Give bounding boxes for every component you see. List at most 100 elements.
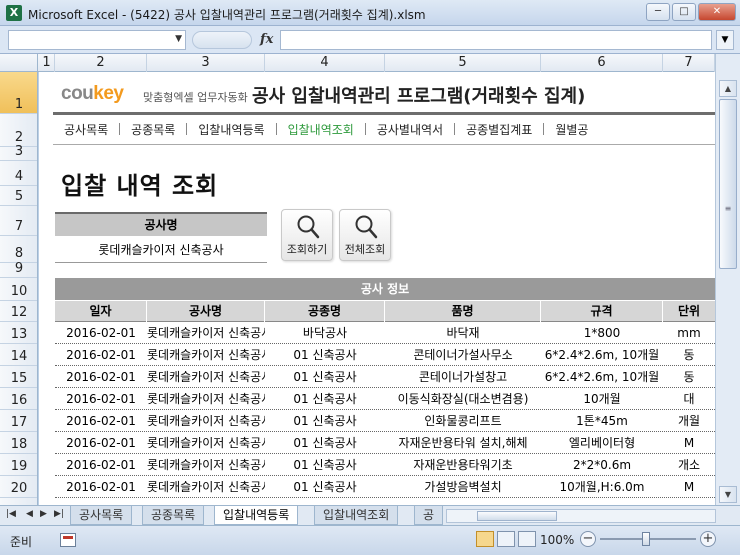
cell-trade[interactable]: 01 신축공사 xyxy=(265,344,385,366)
column-header[interactable]: 4 xyxy=(265,54,385,72)
cell-date[interactable]: 2016-02-01 xyxy=(55,388,147,410)
cell-item[interactable]: 자재운반용타워 설치,해체 xyxy=(385,432,541,454)
row-header[interactable]: 18 xyxy=(0,432,37,454)
cell-spec[interactable]: 10개월,H:6.0m xyxy=(541,476,663,498)
nav-item-project-statement[interactable]: 공사별내역서 xyxy=(366,121,454,138)
cell-unit[interactable]: 동 xyxy=(663,366,715,388)
cell-project[interactable]: 롯데캐슬카이저 신축공사 xyxy=(147,410,265,432)
row-header[interactable]: 15 xyxy=(0,366,37,388)
cell-trade[interactable]: 01 신축공사 xyxy=(265,454,385,476)
row-header[interactable]: 19 xyxy=(0,454,37,476)
nav-item-trade-summary[interactable]: 공종별집계표 xyxy=(455,121,543,138)
column-header[interactable]: 7 xyxy=(663,54,715,72)
formula-bar-divider[interactable] xyxy=(192,31,252,49)
cell-unit[interactable]: mm xyxy=(663,322,715,344)
row-header[interactable]: 8 xyxy=(0,236,37,263)
cell-trade[interactable]: 01 신축공사 xyxy=(265,432,385,454)
search-button[interactable]: 조회하기 xyxy=(281,209,333,261)
name-box[interactable]: ▼ xyxy=(8,30,186,50)
row-header[interactable]: 3 xyxy=(0,144,37,161)
cell-date[interactable]: 2016-02-01 xyxy=(55,344,147,366)
cell-trade[interactable]: 01 신축공사 xyxy=(265,366,385,388)
sheet-tab-bid-search[interactable]: 입찰내역조회 xyxy=(314,506,399,525)
cell-date[interactable]: 2016-02-01 xyxy=(55,432,147,454)
row-header[interactable]: 20 xyxy=(0,476,37,498)
row-header[interactable]: 1 xyxy=(0,72,37,114)
column-header[interactable]: 3 xyxy=(147,54,265,72)
page-layout-view-button[interactable] xyxy=(497,531,515,547)
table-row[interactable]: 2016-02-01 롯데캐슬카이저 신축공사 01 신축공사 자재운반용타워기초 2*… xyxy=(55,454,715,476)
select-all-corner[interactable] xyxy=(0,54,38,72)
table-row[interactable]: 2016-02-01 롯데캐슬카이저 신축공사 01 신축공사 가설방음벽설치 10개월… xyxy=(55,476,715,498)
close-button[interactable]: ✕ xyxy=(698,3,736,21)
cell-date[interactable]: 2016-02-01 xyxy=(55,410,147,432)
column-header[interactable]: 6 xyxy=(541,54,663,72)
row-header[interactable]: 13 xyxy=(0,322,37,344)
horizontal-scroll-thumb[interactable] xyxy=(477,511,557,521)
nav-item-project-list[interactable]: 공사목록 xyxy=(53,121,119,138)
first-sheet-icon[interactable]: |◀ xyxy=(6,509,16,519)
cell-spec[interactable]: 엘리베이터형 xyxy=(541,432,663,454)
cell-item[interactable]: 콘테이너가설창고 xyxy=(385,366,541,388)
cell-spec[interactable]: 6*2.4*2.6m, 10개월 xyxy=(541,366,663,388)
prev-sheet-icon[interactable]: ◀ xyxy=(26,509,33,519)
cell-item[interactable]: 이동식화장실(대소변겸용) xyxy=(385,388,541,410)
nav-item-monthly[interactable]: 월별공 xyxy=(544,121,599,138)
nav-item-bid-search[interactable]: 입찰내역조회 xyxy=(277,121,365,138)
cell-spec[interactable]: 2*2*0.6m xyxy=(541,454,663,476)
cell-unit[interactable]: 개월 xyxy=(663,410,715,432)
row-header[interactable]: 12 xyxy=(0,301,37,322)
cell-spec[interactable]: 6*2.4*2.6m, 10개월 xyxy=(541,344,663,366)
cell-spec[interactable]: 10개월 xyxy=(541,388,663,410)
insert-function-button[interactable]: fx xyxy=(260,32,273,47)
table-row[interactable]: 2016-02-01 롯데캐슬카이저 신축공사 바닥공사 바닥재 1*800 mm xyxy=(55,322,715,344)
cell-item[interactable]: 가설방음벽설치 xyxy=(385,476,541,498)
cell-item[interactable]: 콘테이너가설사무소 xyxy=(385,344,541,366)
chevron-down-icon[interactable]: ▼ xyxy=(175,34,182,44)
cell-spec[interactable]: 1*800 xyxy=(541,322,663,344)
table-row[interactable]: 2016-02-01 롯데캐슬카이저 신축공사 01 신축공사 콘테이너가설창고 6*2… xyxy=(55,366,715,388)
cell-project[interactable]: 롯데캐슬카이저 신축공사 xyxy=(147,432,265,454)
cell-unit[interactable]: 개소 xyxy=(663,454,715,476)
sheet-tab-more[interactable]: 공 xyxy=(414,506,444,525)
maximize-button[interactable]: □ xyxy=(672,3,696,21)
sheet-tab-projects[interactable]: 공사목록 xyxy=(70,506,133,525)
vertical-scroll-thumb[interactable] xyxy=(719,99,737,269)
cell-date[interactable]: 2016-02-01 xyxy=(55,476,147,498)
table-row[interactable]: 2016-02-01 롯데캐슬카이저 신축공사 01 신축공사 이동식화장실(대소변겸… xyxy=(55,388,715,410)
cell-project[interactable]: 롯데캐슬카이저 신축공사 xyxy=(147,322,265,344)
scroll-up-icon[interactable]: ▲ xyxy=(719,80,737,97)
zoom-level[interactable]: 100% xyxy=(540,533,574,547)
scroll-down-icon[interactable]: ▼ xyxy=(719,486,737,503)
cell-project[interactable]: 롯데캐슬카이저 신축공사 xyxy=(147,388,265,410)
row-header[interactable]: 9 xyxy=(0,261,37,278)
cell-project[interactable]: 롯데캐슬카이저 신축공사 xyxy=(147,476,265,498)
vertical-scrollbar[interactable]: ▲ ≡ ▼ xyxy=(715,54,740,505)
cell-spec[interactable]: 1톤*45m xyxy=(541,410,663,432)
cell-date[interactable]: 2016-02-01 xyxy=(55,322,147,344)
row-header[interactable]: 5 xyxy=(0,186,37,206)
cell-project[interactable]: 롯데캐슬카이저 신축공사 xyxy=(147,366,265,388)
row-header[interactable]: 4 xyxy=(0,161,37,186)
cell-trade[interactable]: 01 신축공사 xyxy=(265,388,385,410)
cell-unit[interactable]: 동 xyxy=(663,344,715,366)
row-header[interactable]: 14 xyxy=(0,344,37,366)
column-header[interactable]: 5 xyxy=(385,54,541,72)
column-header[interactable]: 1 xyxy=(39,54,55,72)
minimize-button[interactable]: ─ xyxy=(646,3,670,21)
nav-item-bid-register[interactable]: 입찰내역등록 xyxy=(187,121,275,138)
table-row[interactable]: 2016-02-01 롯데캐슬카이저 신축공사 01 신축공사 콘테이너가설사무소 6*… xyxy=(55,344,715,366)
zoom-slider-thumb[interactable] xyxy=(642,532,650,546)
cell-trade[interactable]: 01 신축공사 xyxy=(265,476,385,498)
macro-record-icon[interactable] xyxy=(60,533,76,547)
zoom-out-button[interactable]: − xyxy=(580,531,596,547)
worksheet[interactable]: coukey 맞춤형엑셀 업무자동화 공사 입찰내역관리 프로그램(거래횟수 집… xyxy=(39,72,715,505)
table-row[interactable]: 2016-02-01 롯데캐슬카이저 신축공사 01 신축공사 인화물콩리프트 1톤*4… xyxy=(55,410,715,432)
cell-project[interactable]: 롯데캐슬카이저 신축공사 xyxy=(147,344,265,366)
table-row[interactable]: 2016-02-01 롯데캐슬카이저 신축공사 01 신축공사 자재운반용타워 설치,… xyxy=(55,432,715,454)
cell-trade[interactable]: 01 신축공사 xyxy=(265,410,385,432)
sheet-tab-trades[interactable]: 공종목록 xyxy=(142,506,205,525)
project-name-input[interactable]: 롯데캐슬카이저 신축공사 xyxy=(55,237,267,263)
cell-date[interactable]: 2016-02-01 xyxy=(55,366,147,388)
cell-unit[interactable]: M xyxy=(663,476,715,498)
